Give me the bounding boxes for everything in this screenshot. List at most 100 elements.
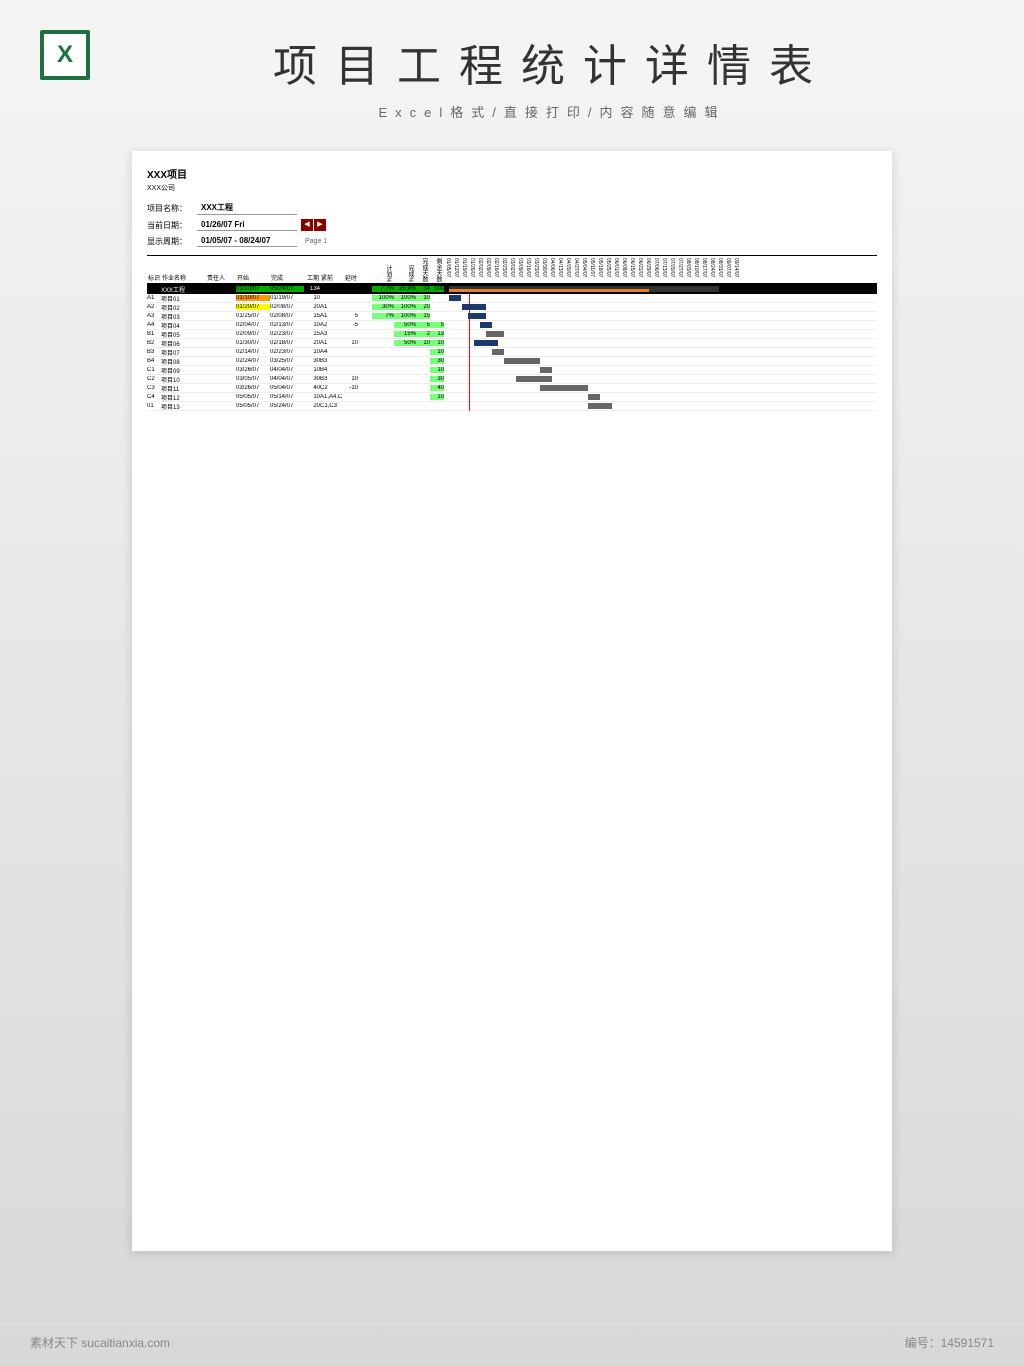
date-col: 03/30/07 (540, 257, 548, 283)
sum-d2: 100 (430, 286, 444, 292)
date-col: 04/13/07 (556, 257, 564, 283)
sum-name: XXX工程 (161, 285, 206, 294)
col-gap1 (358, 281, 372, 283)
col-lag: 延时 (342, 272, 358, 283)
date-col: 03/23/07 (532, 257, 540, 283)
name-label: 项目名称： (147, 203, 197, 214)
date-col: 06/15/07 (628, 257, 636, 283)
col-dur: 工期 (304, 272, 320, 283)
col-pct: 计划% (372, 257, 394, 283)
col-start: 开始 (236, 272, 270, 283)
subtitle: Excel格式/直接打印/内容随意编辑 (120, 102, 984, 121)
date-col: 02/16/07 (492, 257, 500, 283)
date-col: 09/07/07 (724, 257, 732, 283)
col-cpct: 完成% (394, 257, 416, 283)
date-col: 08/03/07 (684, 257, 692, 283)
footer-id: 编号：14591571 (905, 1334, 994, 1351)
date-col: 05/18/07 (596, 257, 604, 283)
col-id: 标识 (147, 272, 161, 283)
prev-button[interactable]: ◀ (301, 219, 313, 231)
col-dep: 紧前 (320, 272, 342, 283)
date-col: 03/09/07 (516, 257, 524, 283)
date-col: 01/26/07 (468, 257, 476, 283)
date-col: 09/14/07 (732, 257, 740, 283)
gantt-cell (444, 312, 877, 321)
gantt-cell (444, 393, 877, 402)
gantt-sheet: 标识 作业名称 责任人 开始 完成 工期 紧前 延时 计划% 完成% 完成天数 … (147, 255, 877, 411)
sum-end: 05/24/07 (270, 286, 304, 292)
date-col: 08/31/07 (716, 257, 724, 283)
date-col: 06/01/07 (612, 257, 620, 283)
date-col: 06/29/07 (644, 257, 652, 283)
name-value[interactable]: XXX工程 (197, 201, 297, 215)
date-col: 05/25/07 (604, 257, 612, 283)
main-title: 项目工程统计详情表 (120, 30, 984, 94)
date-label: 当前日期： (147, 220, 197, 231)
date-col: 01/05/07 (444, 257, 452, 283)
info-period-row: 显示周期： 01/05/07 - 08/24/07 Page 1 (147, 235, 877, 247)
col-cdays: 完成天数 (416, 257, 430, 283)
date-col: 04/20/07 (564, 257, 572, 283)
date-nav: ◀ ▶ (301, 219, 326, 231)
date-col: 05/11/07 (588, 257, 596, 283)
date-col: 08/17/07 (700, 257, 708, 283)
date-col: 08/24/07 (708, 257, 716, 283)
gantt-cell (444, 294, 877, 303)
period-value[interactable]: 01/05/07 - 08/24/07 (197, 235, 297, 247)
col-resp: 责任人 (206, 272, 236, 283)
col-task: 作业名称 (161, 272, 206, 283)
date-col: 07/27/07 (676, 257, 684, 283)
summary-row: XXX工程 01/10/07 05/24/07 134 7.7% 25.9% 3… (147, 284, 877, 294)
date-col: 04/06/07 (548, 257, 556, 283)
next-button[interactable]: ▶ (314, 219, 326, 231)
date-headers: 01/05/0701/12/0701/19/0701/26/0702/02/07… (444, 257, 877, 283)
header-row: 标识 作业名称 责任人 开始 完成 工期 紧前 延时 计划% 完成% 完成天数 … (147, 256, 877, 284)
date-col: 02/23/07 (500, 257, 508, 283)
date-col: 08/10/07 (692, 257, 700, 283)
date-col: 07/20/07 (668, 257, 676, 283)
banner-header: 项目工程统计详情表 Excel格式/直接打印/内容随意编辑 (0, 0, 1024, 131)
data-rows: A1项目0101/10/0701/19/0710100%100%10A2项目02… (147, 294, 877, 411)
date-col: 05/04/07 (580, 257, 588, 283)
col-end: 完成 (270, 272, 304, 283)
summary-gantt (444, 284, 877, 294)
gantt-cell (444, 330, 877, 339)
gantt-cell (444, 303, 877, 312)
date-col: 06/08/07 (620, 257, 628, 283)
gantt-cell (444, 366, 877, 375)
sum-dur: 134 (304, 286, 320, 292)
date-col: 02/02/07 (476, 257, 484, 283)
footer-source: 素材天下 sucaitianxia.com (30, 1334, 170, 1351)
sum-pct2: 25.9% (394, 286, 416, 292)
date-col: 01/19/07 (460, 257, 468, 283)
col-rdays: 剩余天数 (430, 257, 444, 283)
date-col: 07/06/07 (652, 257, 660, 283)
table-row[interactable]: 01项目1305/05/0705/24/0720C1,C3 (147, 402, 877, 411)
page-footer: 素材天下 sucaitianxia.com 编号：14591571 (0, 1323, 1024, 1351)
sum-start: 01/10/07 (236, 286, 270, 292)
date-col: 03/02/07 (508, 257, 516, 283)
project-title: XXX项目 (147, 166, 877, 181)
date-col: 07/13/07 (660, 257, 668, 283)
sum-d1: 34 (416, 286, 430, 292)
info-name-row: 项目名称： XXX工程 (147, 201, 877, 215)
gantt-cell (444, 348, 877, 357)
date-col: 02/09/07 (484, 257, 492, 283)
date-value[interactable]: 01/26/07 Fri (197, 219, 297, 231)
date-col: 04/27/07 (572, 257, 580, 283)
title-block: 项目工程统计详情表 Excel格式/直接打印/内容随意编辑 (120, 30, 984, 121)
date-col: 03/16/07 (524, 257, 532, 283)
page-indicator: Page 1 (305, 238, 327, 245)
sum-pct1: 7.7% (372, 286, 394, 292)
date-col: 06/22/07 (636, 257, 644, 283)
company-name: XXX公司 (147, 183, 877, 193)
info-date-row: 当前日期： 01/26/07 Fri ◀ ▶ (147, 219, 877, 231)
date-col: 01/12/07 (452, 257, 460, 283)
period-label: 显示周期： (147, 236, 197, 247)
document-preview: XXX项目 XXX公司 项目名称： XXX工程 当前日期： 01/26/07 F… (132, 151, 892, 1251)
gantt-cell (444, 339, 877, 348)
gantt-cell (444, 321, 877, 330)
excel-icon (40, 30, 90, 80)
gantt-cell (444, 357, 877, 366)
gantt-cell (444, 384, 877, 393)
